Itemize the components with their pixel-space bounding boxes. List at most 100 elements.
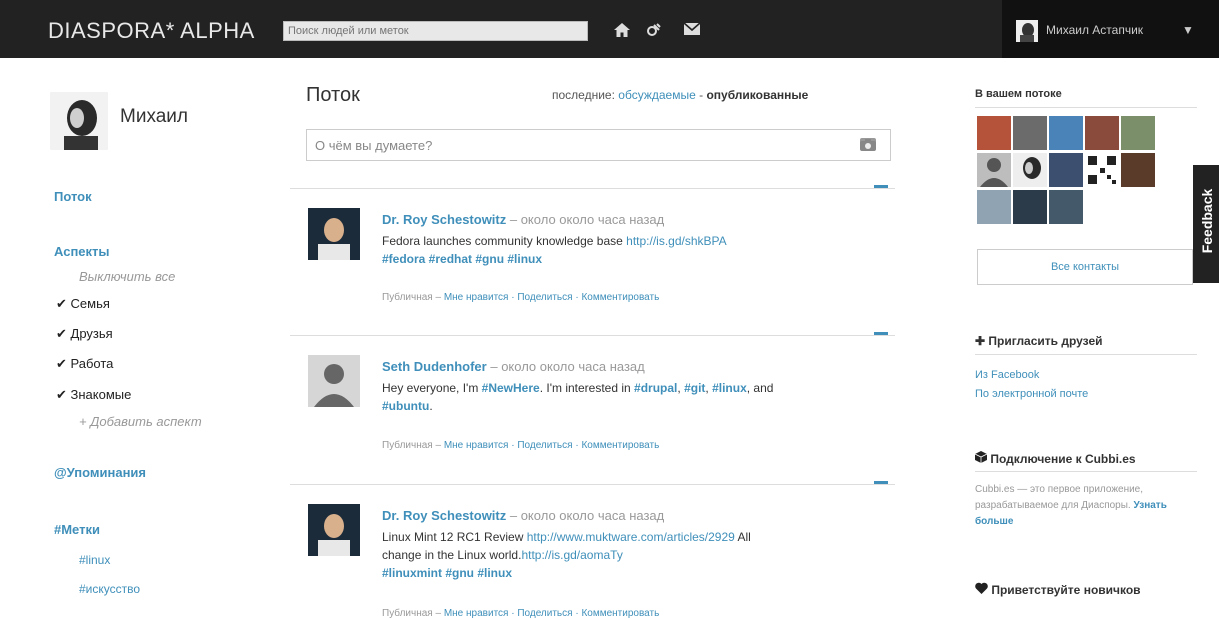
feedback-tab[interactable]: Feedback	[1193, 165, 1219, 283]
aspect-item-acquaintances[interactable]: ✔ Знакомые	[56, 387, 131, 403]
camera-icon[interactable]	[860, 138, 876, 151]
contact-avatar[interactable]	[1121, 116, 1155, 150]
contact-avatar[interactable]	[977, 190, 1011, 224]
post-text: Linux Mint 12 RC1 Review	[382, 530, 527, 544]
contact-avatar[interactable]	[1121, 153, 1155, 187]
post-author[interactable]: Dr. Roy Schestowitz – около около часа н…	[382, 508, 664, 523]
invite-title: ✚ Пригласить друзей	[975, 334, 1103, 348]
profile-avatar[interactable]	[50, 92, 108, 150]
post-text: , and	[746, 381, 774, 395]
aspect-label: Друзья	[70, 326, 113, 341]
post-tag[interactable]: #NewHere	[482, 381, 540, 395]
post-tag[interactable]: #ubuntu	[382, 399, 429, 413]
nav-stream[interactable]: Поток	[54, 189, 92, 204]
add-aspect-link[interactable]: + Добавить аспект	[79, 414, 202, 429]
user-menu[interactable]: Михаил Астапчик ▼	[1002, 0, 1219, 58]
post-text: Fedora launches community knowledge base	[382, 234, 627, 248]
all-contacts-button[interactable]: Все контакты	[977, 249, 1193, 285]
collapse-post-icon[interactable]	[874, 185, 888, 188]
contact-avatar[interactable]	[1085, 153, 1119, 187]
nav-tags[interactable]: #Метки	[54, 522, 100, 537]
in-stream-title: В вашем потоке	[975, 88, 1062, 100]
cubbies-text: Cubbi.es — это первое приложение, разраб…	[975, 482, 1185, 530]
sort-published-link[interactable]: опубликованные	[706, 88, 808, 102]
main-stream: Поток последние: обсуждаемые - опубликов…	[290, 58, 895, 619]
invite-email-link[interactable]: По электронной почте	[975, 388, 1088, 400]
welcome-title-label: Приветствуйте новичков	[991, 583, 1141, 597]
aspect-label: Семья	[70, 296, 110, 311]
contact-avatar[interactable]	[1049, 116, 1083, 150]
post-tags[interactable]: #linuxmint #gnu #linux	[382, 566, 512, 580]
mail-icon[interactable]	[683, 22, 701, 40]
post-timestamp[interactable]: – около около часа назад	[506, 212, 664, 227]
page-title: Поток	[306, 84, 360, 106]
post-link[interactable]: http://is.gd/shkBPA	[626, 234, 727, 248]
post-text: .	[429, 399, 433, 413]
contact-avatar[interactable]	[1013, 116, 1047, 150]
post-link[interactable]: http://www.muktware.com/articles/2929	[527, 530, 735, 544]
post-author[interactable]: Dr. Roy Schestowitz – около около часа н…	[382, 212, 664, 227]
top-bar: DIASPORA* ALPHA Михаил Астапчик ▼	[0, 0, 1219, 58]
contact-avatar[interactable]	[1085, 116, 1119, 150]
contact-avatar[interactable]	[1049, 190, 1083, 224]
contact-avatar[interactable]	[977, 116, 1011, 150]
post-author[interactable]: Seth Dudenhofer – около около часа назад	[382, 359, 645, 374]
aspect-label: Знакомые	[70, 387, 132, 402]
post-link[interactable]: http://is.gd/aomaTy	[521, 548, 622, 562]
sort-discussed-link[interactable]: обсуждаемые	[618, 88, 695, 102]
post-avatar[interactable]	[308, 355, 360, 407]
post-meta: Публичная – Мне нравится · Поделиться · …	[382, 440, 659, 451]
post-visibility: Публичная –	[382, 440, 444, 451]
right-sidebar: В вашем потоке Все контакты ✚ Пригласить…	[974, 58, 1219, 614]
collapse-post-icon[interactable]	[874, 332, 888, 335]
author-name[interactable]: Dr. Roy Schestowitz	[382, 212, 506, 227]
nav-mentions[interactable]: @Упоминания	[54, 465, 146, 480]
feedback-label: Feedback	[1199, 188, 1215, 254]
author-name[interactable]: Seth Dudenhofer	[382, 359, 487, 374]
post-body: Linux Mint 12 RC1 Review http://www.mukt…	[382, 528, 862, 582]
chevron-down-icon: ▼	[1182, 23, 1194, 37]
aspect-item-family[interactable]: ✔ Семья	[56, 296, 110, 312]
nav-aspects[interactable]: Аспекты	[54, 244, 110, 259]
post-meta: Публичная – Мне нравится · Поделиться · …	[382, 292, 659, 303]
aspect-item-work[interactable]: ✔ Работа	[56, 356, 113, 372]
profile-name[interactable]: Михаил	[120, 106, 188, 128]
tag-item-linux[interactable]: #linux	[79, 553, 110, 567]
cube-icon	[974, 451, 988, 466]
contact-avatar[interactable]	[977, 153, 1011, 187]
author-name[interactable]: Dr. Roy Schestowitz	[382, 508, 506, 523]
notifications-icon[interactable]	[646, 22, 662, 42]
contact-avatar[interactable]	[1049, 153, 1083, 187]
post-avatar[interactable]	[308, 208, 360, 260]
publisher-input[interactable]: О чём вы думаете?	[306, 129, 891, 161]
post-avatar[interactable]	[308, 504, 360, 556]
tag-item-art[interactable]: #искусство	[79, 582, 140, 596]
contact-avatar[interactable]	[1013, 153, 1047, 187]
invite-facebook-link[interactable]: Из Facebook	[975, 369, 1039, 381]
logo[interactable]: DIASPORA* ALPHA	[48, 18, 255, 44]
post-divider	[290, 484, 895, 485]
post-actions[interactable]: Мне нравится · Поделиться · Комментирова…	[444, 292, 659, 303]
post-divider	[290, 188, 895, 189]
user-name: Михаил Астапчик	[1046, 23, 1144, 37]
post-timestamp[interactable]: – около около часа назад	[506, 508, 664, 523]
cubbies-title: Подключение к Cubbi.es	[974, 451, 1136, 466]
home-icon[interactable]	[613, 22, 631, 42]
collapse-post-icon[interactable]	[874, 481, 888, 484]
search-input[interactable]	[283, 21, 588, 41]
post-text: Hey everyone, I'm	[382, 381, 482, 395]
post-tag[interactable]: #linux	[712, 381, 747, 395]
post-body: Fedora launches community knowledge base…	[382, 232, 862, 268]
post-timestamp[interactable]: – около около часа назад	[487, 359, 644, 374]
cubbies-description: Cubbi.es — это первое приложение, разраб…	[975, 484, 1144, 511]
aspect-item-friends[interactable]: ✔ Друзья	[56, 326, 113, 342]
toggle-all-aspects[interactable]: Выключить все	[79, 269, 175, 284]
aspect-label: Работа	[70, 356, 114, 371]
post-tags[interactable]: #fedora #redhat #gnu #linux	[382, 252, 542, 266]
post-actions[interactable]: Мне нравится · Поделиться · Комментирова…	[444, 440, 659, 451]
post-tag[interactable]: #drupal	[634, 381, 677, 395]
contact-avatar[interactable]	[1013, 190, 1047, 224]
post-tag[interactable]: #git	[684, 381, 705, 395]
user-avatar	[1016, 20, 1038, 42]
sort-separator: -	[695, 88, 707, 102]
